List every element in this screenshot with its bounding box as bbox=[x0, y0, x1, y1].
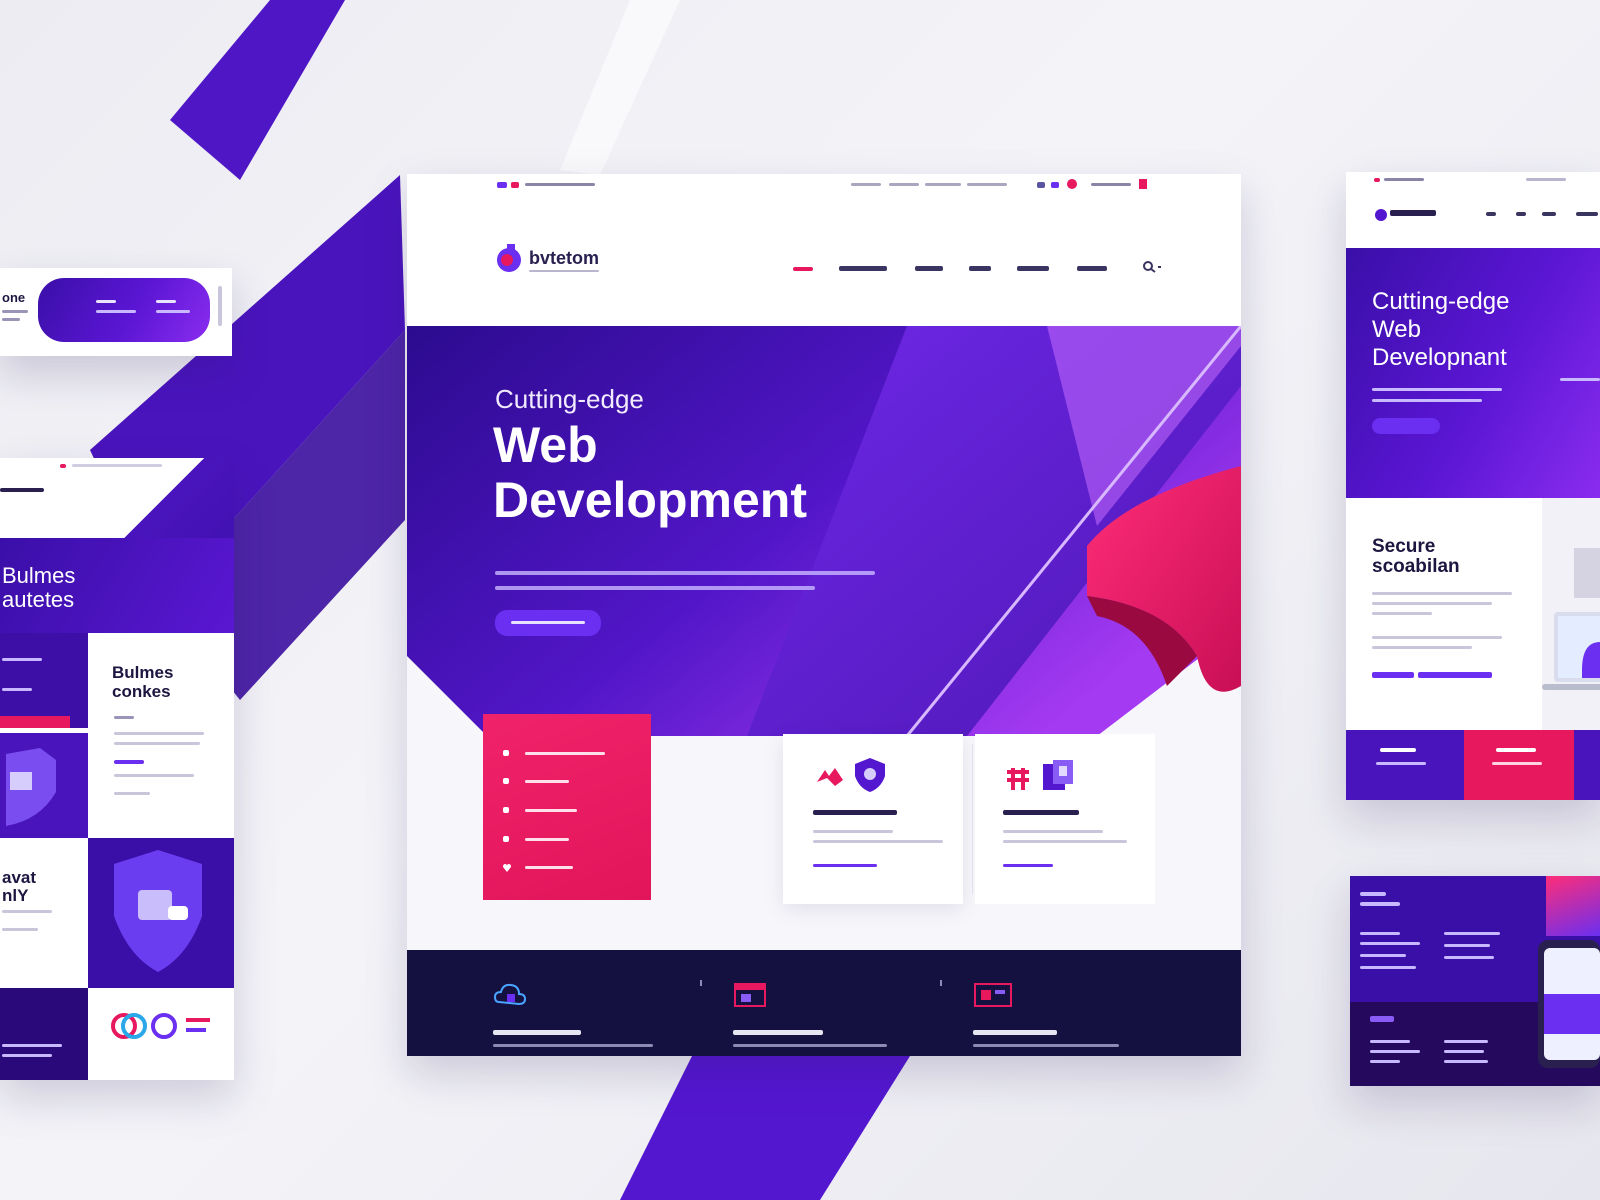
right-hero-line-1: Cutting-edge bbox=[1372, 288, 1510, 315]
feature-card-1[interactable] bbox=[783, 734, 963, 904]
logo-mark-icon[interactable] bbox=[495, 242, 525, 274]
right-feature-title-1: Secure bbox=[1372, 536, 1436, 557]
phone-icon bbox=[1538, 940, 1600, 1068]
main-footer bbox=[407, 950, 1241, 1056]
stripe-bottom bbox=[620, 1040, 920, 1200]
stripe-top-light bbox=[560, 0, 680, 175]
right-feature-title-2: scoabilan bbox=[1372, 556, 1460, 577]
code-icon bbox=[1007, 768, 1029, 790]
right-hero-line-3: Developnant bbox=[1372, 344, 1507, 371]
nav-item-5[interactable] bbox=[1017, 266, 1049, 271]
menu-item-4[interactable] bbox=[503, 836, 509, 842]
brand-logos bbox=[111, 1013, 210, 1039]
services-menu-card bbox=[483, 714, 651, 900]
laptop-icon bbox=[1542, 612, 1600, 690]
menu-item-2[interactable] bbox=[503, 778, 509, 784]
menu-item-3[interactable] bbox=[503, 807, 509, 813]
right-brand-bar bbox=[1390, 210, 1436, 216]
browser-icon bbox=[734, 983, 766, 1007]
hero-cta-button[interactable] bbox=[495, 610, 601, 636]
hero-title-line-3: Development bbox=[493, 472, 807, 528]
cloud-icon bbox=[493, 983, 527, 1006]
logo-mark-icon[interactable] bbox=[1374, 208, 1388, 222]
right-mockup: Cutting-edge Web Developnant Secure scoa… bbox=[1346, 172, 1600, 800]
right-hero bbox=[1346, 248, 1600, 498]
right-bottom-mockup bbox=[1350, 876, 1600, 1086]
search-icon[interactable] bbox=[1142, 260, 1162, 274]
shield-icon bbox=[855, 758, 885, 792]
hero-eyebrow: Cutting-edge bbox=[495, 384, 644, 414]
right-link-button-2[interactable] bbox=[1418, 672, 1492, 678]
main-mockup: bvtetom Cutting-edge Web Development bbox=[407, 174, 1241, 1056]
right-link-button-1[interactable] bbox=[1372, 672, 1414, 678]
nav-item-3[interactable] bbox=[915, 266, 943, 271]
stripe-top-left bbox=[170, 0, 345, 180]
shield-icon bbox=[114, 850, 202, 972]
left-banner-label: one bbox=[2, 290, 26, 305]
left-mockup: Bulmes autetes Bulmes conkes avat nlY bbox=[0, 458, 234, 1080]
left-mockup-bottom-title-2: nlY bbox=[2, 886, 29, 905]
nav-item-6[interactable] bbox=[1077, 266, 1107, 271]
browser-icon bbox=[1043, 760, 1073, 790]
code-icon bbox=[974, 983, 1012, 1007]
nav-item-2[interactable] bbox=[839, 266, 887, 271]
hero-title-line-2: Web bbox=[493, 417, 598, 473]
menu-item-1[interactable] bbox=[503, 750, 509, 756]
left-mockup-card-title-1: Bulmes bbox=[112, 663, 174, 682]
right-hero-button[interactable] bbox=[1372, 418, 1440, 434]
feature-card-2[interactable] bbox=[975, 734, 1155, 904]
left-mockup-card-title-2: conkes bbox=[112, 682, 171, 701]
left-mockup-bottom-title-1: avat bbox=[2, 868, 37, 887]
nav-item-home[interactable] bbox=[793, 267, 813, 271]
left-banner-pill bbox=[38, 278, 210, 342]
left-mockup-title-1: Bulmes bbox=[2, 563, 76, 588]
left-mockup-title-2: autetes bbox=[2, 587, 75, 612]
brand-name[interactable]: bvtetom bbox=[529, 248, 599, 269]
left-banner-card: one bbox=[0, 268, 232, 356]
heart-icon bbox=[503, 864, 511, 872]
nav-item-4[interactable] bbox=[969, 266, 991, 271]
right-hero-line-2: Web bbox=[1372, 316, 1421, 343]
code-icon bbox=[817, 768, 843, 786]
shield-icon bbox=[6, 748, 56, 826]
